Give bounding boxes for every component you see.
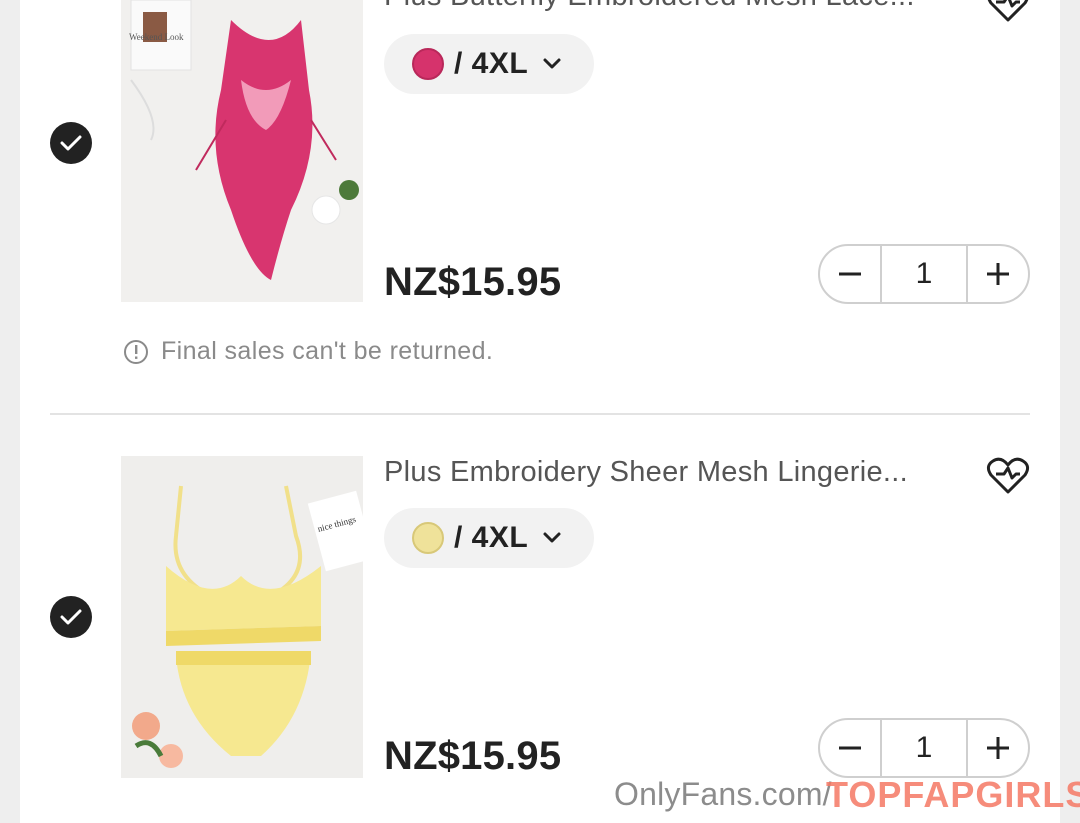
final-sale-text: Final sales can't be returned. (161, 337, 494, 365)
variant-size-label: / 4XL (454, 47, 529, 80)
product-price: NZ$15.95 (384, 260, 562, 304)
cart-panel: Weekend Look Plus Butterfly Embroidered … (20, 0, 1060, 823)
variant-size-label: / 4XL (454, 521, 529, 554)
heart-icon (987, 0, 1029, 22)
variant-selector[interactable]: / 4XL (384, 508, 594, 568)
minus-icon (839, 272, 861, 276)
product-title[interactable]: Plus Embroidery Sheer Mesh Lingerie... (384, 456, 964, 489)
color-swatch (412, 522, 444, 554)
svg-text:Weekend Look: Weekend Look (129, 32, 184, 42)
chevron-down-icon (542, 531, 562, 545)
watermark-text: OnlyFans.com/ (614, 776, 832, 812)
minus-icon (839, 746, 861, 750)
color-swatch (412, 48, 444, 80)
wishlist-button[interactable] (986, 0, 1030, 24)
plus-icon (987, 263, 1009, 285)
plus-icon (987, 737, 1009, 759)
item-select-checkbox[interactable] (50, 596, 92, 638)
chevron-down-icon (542, 57, 562, 71)
item-select-checkbox[interactable] (50, 122, 92, 164)
product-title[interactable]: Plus Butterfly Embroidered Mesh Lace... (384, 0, 964, 13)
watermark-brand: TOPFAPGIRLS (826, 774, 1080, 815)
product-price: NZ$15.95 (384, 734, 562, 778)
product-image[interactable]: Weekend Look (121, 0, 363, 302)
decrease-quantity-button[interactable] (820, 246, 880, 302)
product-image[interactable]: nice things (121, 456, 363, 778)
heart-icon (986, 457, 1030, 494)
item-divider (50, 413, 1030, 415)
quantity-stepper: 1 (818, 244, 1030, 304)
quantity-value[interactable]: 1 (880, 246, 968, 302)
quantity-stepper: 1 (818, 718, 1030, 778)
checkmark-icon (60, 135, 82, 151)
increase-quantity-button[interactable] (968, 246, 1028, 302)
wishlist-button[interactable] (986, 456, 1030, 496)
info-circle-icon (124, 339, 148, 364)
variant-selector[interactable]: / 4XL (384, 34, 594, 94)
checkmark-icon (60, 609, 82, 625)
quantity-value[interactable]: 1 (880, 720, 968, 776)
decrease-quantity-button[interactable] (820, 720, 880, 776)
final-sale-notice: Final sales can't be returned. (123, 337, 493, 366)
increase-quantity-button[interactable] (968, 720, 1028, 776)
